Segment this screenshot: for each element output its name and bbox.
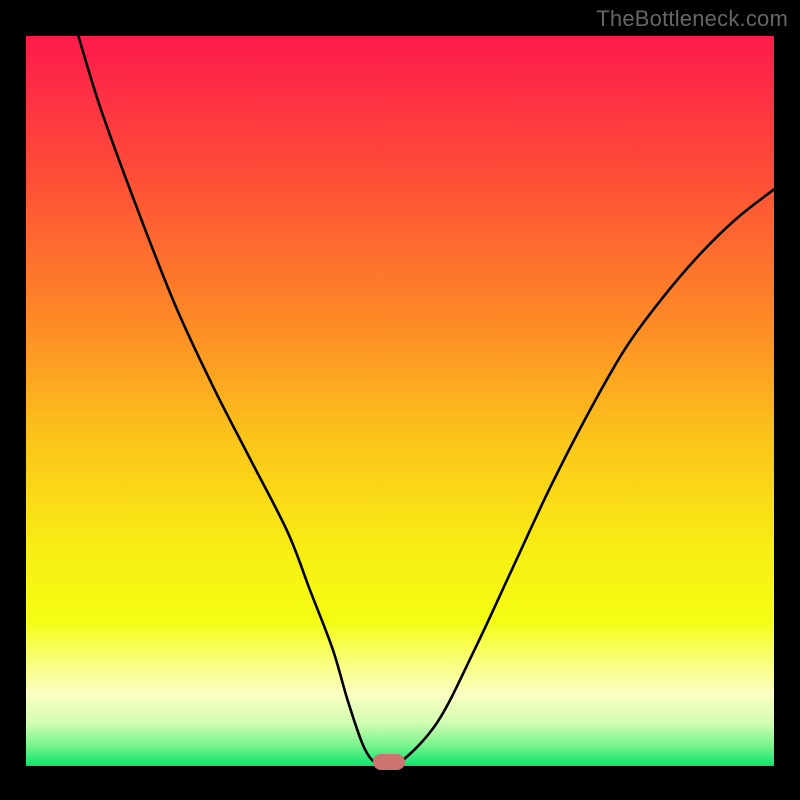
- plot-area: [26, 36, 774, 766]
- chart-container: TheBottleneck.com: [0, 0, 800, 800]
- chart-svg: [26, 36, 774, 766]
- optimum-marker: [373, 754, 405, 770]
- gradient-background: [26, 36, 774, 766]
- watermark-text: TheBottleneck.com: [596, 6, 788, 32]
